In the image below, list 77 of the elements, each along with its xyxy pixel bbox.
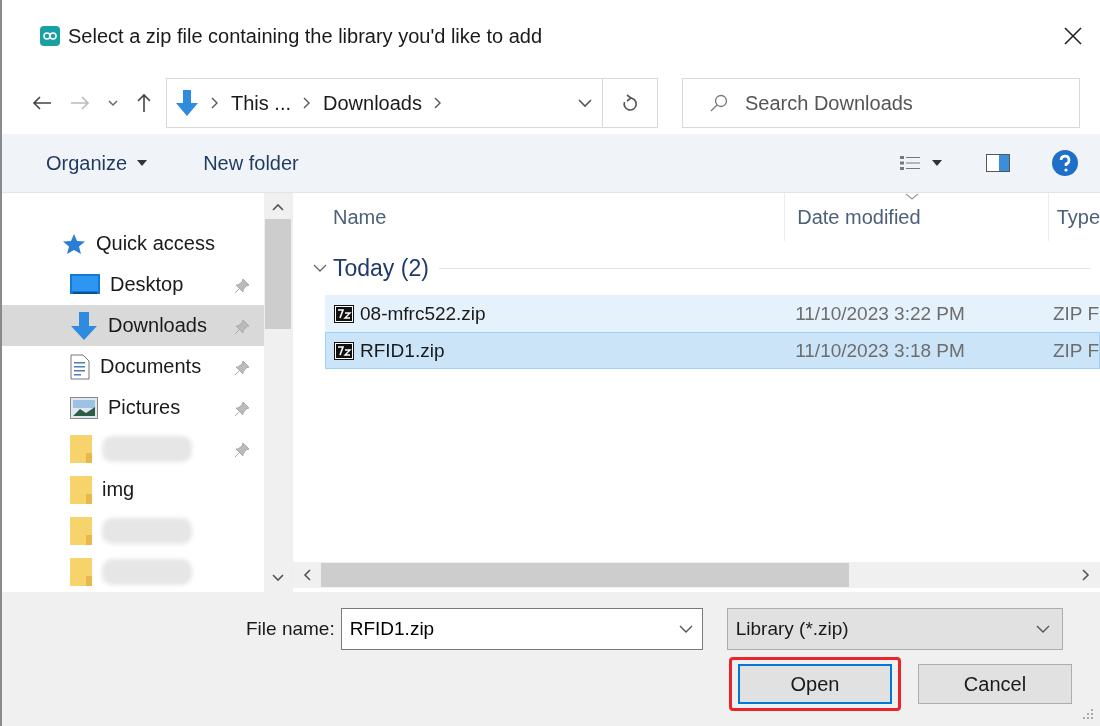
address-bar[interactable]: This ... Downloads [166, 78, 658, 128]
refresh-icon [622, 94, 638, 112]
breadcrumb-item[interactable]: Downloads [323, 91, 422, 115]
caret-icon [137, 160, 148, 166]
file-name-field[interactable]: RFID1.zip [340, 608, 703, 650]
dropdown-caret-icon[interactable] [678, 625, 693, 634]
sidebar-item[interactable]: Downloads [2, 305, 264, 346]
folder-icon [70, 557, 92, 586]
close-icon [1064, 27, 1082, 45]
desktop-icon [70, 273, 100, 296]
sidebar-item[interactable]: img [2, 469, 264, 510]
download-arrow-icon [70, 311, 98, 340]
folder-icon [70, 434, 92, 463]
pin-icon[interactable] [234, 360, 250, 376]
archive-icon [334, 341, 354, 360]
vertical-scrollbar[interactable] [264, 193, 292, 592]
preview-pane-icon[interactable] [986, 154, 1010, 172]
sidebar-item[interactable]: Documents [2, 346, 264, 387]
file-type-dropdown[interactable]: Library (*.zip) [726, 608, 1063, 650]
scroll-up-icon [272, 203, 284, 211]
file-name: RFID1.zip [360, 339, 445, 362]
star-icon [62, 232, 86, 255]
column-header[interactable]: Date modified [785, 193, 1049, 241]
sort-caret-icon [905, 193, 920, 200]
dialog-button[interactable]: Cancel [918, 664, 1072, 704]
date-cell-text: 11/10/2023 3:18 PM [794, 339, 966, 362]
document-icon [70, 353, 90, 380]
up-arrow-icon[interactable] [136, 93, 152, 113]
chevron-icon [433, 97, 442, 109]
organize-menu[interactable]: Organize [46, 151, 148, 175]
dialog-button[interactable]: Open [738, 664, 892, 704]
scrollbar-thumb[interactable] [321, 563, 849, 587]
window-title: Select a zip file containing the library you'd like to add [68, 24, 544, 48]
picture-icon [70, 396, 98, 419]
sidebar-item[interactable]: Desktop [2, 264, 264, 305]
download-arrow-icon [175, 90, 199, 116]
file-row[interactable]: RFID1.zip 11/10/2023 3:18 PM ZIP F [325, 332, 1100, 369]
type-cell-text: ZIP F [1051, 302, 1099, 325]
search-field[interactable]: Search Downloads [682, 78, 1080, 128]
file-row[interactable]: 08-mfrc522.zip 11/10/2023 3:22 PM ZIP F [325, 295, 1100, 332]
sidebar-item[interactable]: Pictures [2, 387, 264, 428]
pin-icon[interactable] [234, 278, 250, 294]
chevron-icon [211, 97, 219, 109]
help-icon[interactable] [1052, 150, 1078, 176]
breadcrumb-item[interactable]: This ... [231, 91, 291, 115]
horizontal-scrollbar[interactable] [293, 562, 1100, 588]
archive-icon [334, 304, 354, 323]
dropdown-caret-icon[interactable] [578, 98, 592, 108]
view-menu[interactable] [900, 155, 942, 171]
type-cell-text: ZIP F [1051, 339, 1099, 362]
new-folder-button[interactable]: New folder [203, 151, 299, 175]
scroll-down-icon [272, 574, 284, 582]
dropdown-caret-icon [1035, 624, 1050, 634]
back-arrow-icon[interactable] [32, 95, 52, 111]
pin-icon[interactable] [234, 442, 250, 458]
file-name: 08-mfrc522.zip [360, 302, 486, 325]
column-header[interactable]: Type [1048, 193, 1100, 241]
file-name-label: File name: [246, 618, 335, 640]
app-icon [40, 26, 60, 46]
chevron-icon [303, 97, 311, 109]
pin-icon[interactable] [234, 401, 250, 417]
folder-icon [70, 475, 92, 504]
dropdown-caret-icon[interactable] [108, 99, 118, 107]
forward-arrow-icon[interactable] [70, 95, 90, 111]
pin-icon[interactable] [234, 319, 250, 335]
group-header[interactable]: Today (2) [313, 254, 429, 282]
scrollbar-thumb[interactable] [265, 219, 291, 329]
resize-grip-icon[interactable] [1082, 708, 1094, 720]
caret-icon [932, 160, 942, 166]
sidebar-item[interactable]: Quick access [2, 223, 264, 264]
column-header[interactable]: Name [293, 193, 786, 241]
scroll-left-icon [303, 569, 311, 581]
view-list-icon [900, 155, 922, 171]
folder-icon [70, 516, 92, 545]
scroll-right-icon [1082, 569, 1090, 581]
date-cell-text: 11/10/2023 3:22 PM [794, 302, 966, 325]
search-icon [710, 94, 728, 112]
